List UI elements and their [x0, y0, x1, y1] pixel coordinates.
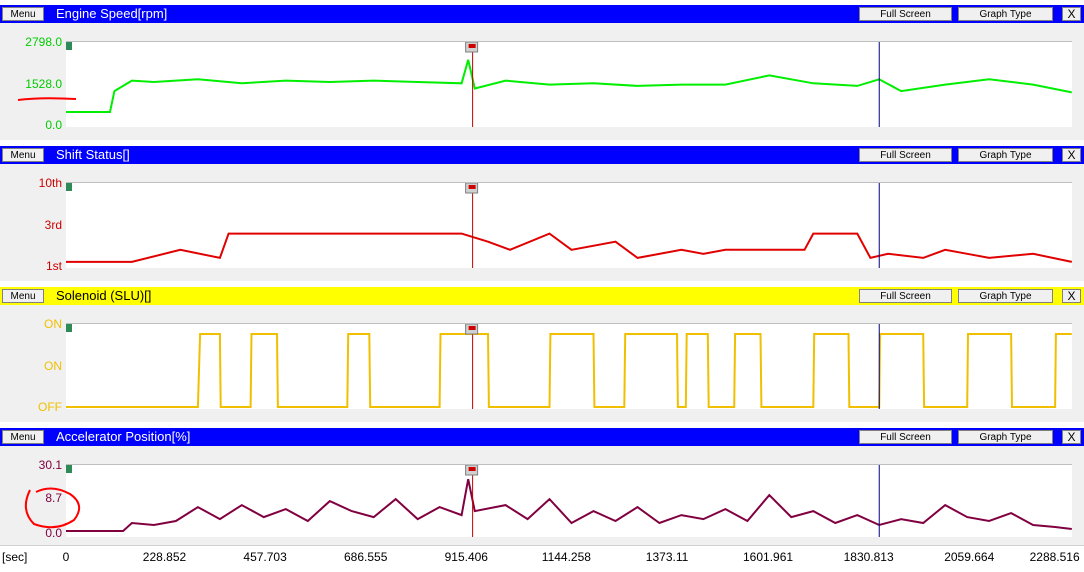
- x-tick-label: 2059.664: [944, 550, 995, 564]
- solenoid-header: Menu Solenoid (SLU)[] Full Screen Graph …: [0, 287, 1084, 305]
- engine-speed-chart: [66, 42, 1072, 127]
- x-tick-label: 0: [62, 550, 70, 564]
- y-tick-label: 0.0: [45, 118, 62, 132]
- close-button[interactable]: X: [1062, 289, 1081, 303]
- y-tick-label: 30.1: [38, 458, 62, 472]
- engine-speed-header: Menu Engine Speed[rpm] Full Screen Graph…: [0, 5, 1084, 23]
- menu-button[interactable]: Menu: [2, 289, 44, 303]
- shift-status-line: [66, 232, 1072, 263]
- cursor-flag-mark: [468, 185, 476, 189]
- x-tick-label: 2288.516: [1029, 550, 1080, 564]
- cursor-flag-mark: [468, 326, 476, 330]
- x-tick-label: 457.703: [243, 550, 287, 564]
- panel-title: Solenoid (SLU)[]: [56, 288, 152, 303]
- graph-type-button[interactable]: Graph Type: [958, 430, 1053, 444]
- graph-type-button[interactable]: Graph Type: [958, 148, 1053, 162]
- engine-speed-panel: Menu Engine Speed[rpm] Full Screen Graph…: [0, 5, 1084, 140]
- cursor-flag-mark: [468, 44, 476, 48]
- x-tick-label: 1830.813: [843, 550, 894, 564]
- full-screen-button[interactable]: Full Screen: [859, 430, 952, 444]
- panel-title: Shift Status[]: [56, 147, 130, 162]
- y-tick-label: ON: [44, 359, 62, 373]
- start-marker-icon: [66, 42, 72, 50]
- panel-title: Engine Speed[rpm]: [56, 6, 168, 21]
- time-axis: [sec] 0 228.852 457.703 686.555 915.406 1144.…: [0, 545, 1084, 572]
- graph-type-button[interactable]: Graph Type: [958, 289, 1053, 303]
- shift-status-header: Menu Shift Status[] Full Screen Graph Ty…: [0, 146, 1084, 164]
- close-button[interactable]: X: [1062, 430, 1081, 444]
- y-tick-label: 1st: [45, 259, 62, 273]
- full-screen-button[interactable]: Full Screen: [859, 148, 952, 162]
- engine-speed-plot[interactable]: [66, 41, 1072, 127]
- cursor-flag-mark: [468, 467, 476, 471]
- menu-button[interactable]: Menu: [2, 7, 44, 21]
- start-marker-icon: [66, 324, 72, 332]
- start-marker-icon: [66, 465, 72, 473]
- x-tick-label: 228.852: [142, 550, 187, 564]
- x-tick-label: 686.555: [344, 550, 388, 564]
- y-tick-label: 8.7: [45, 491, 62, 505]
- full-screen-button[interactable]: Full Screen: [859, 7, 952, 21]
- shift-status-chart: [66, 183, 1072, 268]
- menu-button[interactable]: Menu: [2, 148, 44, 162]
- solenoid-chart: [66, 324, 1072, 409]
- start-marker-icon: [66, 183, 72, 191]
- accelerator-chart: [66, 465, 1072, 537]
- y-tick-label: 3rd: [44, 218, 62, 232]
- close-button[interactable]: X: [1062, 148, 1081, 162]
- solenoid-plot[interactable]: [66, 323, 1072, 409]
- shift-status-panel: Menu Shift Status[] Full Screen Graph Ty…: [0, 146, 1084, 281]
- y-tick-label: 2798.0: [25, 35, 62, 49]
- accelerator-panel: Menu Accelerator Position[%] Full Screen…: [0, 428, 1084, 545]
- y-tick-label: 10th: [38, 176, 62, 190]
- engine-speed-line: [66, 59, 1072, 113]
- panel-title: Accelerator Position[%]: [56, 429, 191, 444]
- shift-status-plot[interactable]: [66, 182, 1072, 268]
- full-screen-button[interactable]: Full Screen: [859, 289, 952, 303]
- close-button[interactable]: X: [1062, 7, 1081, 21]
- x-tick-label: 1144.258: [541, 550, 591, 564]
- accelerator-plot[interactable]: [66, 464, 1072, 537]
- x-tick-label: 1373.11: [645, 550, 689, 564]
- x-tick-label: 1601.961: [743, 550, 794, 564]
- menu-button[interactable]: Menu: [2, 430, 44, 444]
- accelerator-header: Menu Accelerator Position[%] Full Screen…: [0, 428, 1084, 446]
- x-unit-label: [sec]: [2, 550, 28, 564]
- graph-type-button[interactable]: Graph Type: [958, 7, 1053, 21]
- y-tick-label: OFF: [38, 400, 62, 414]
- x-tick-label: 915.406: [444, 550, 488, 564]
- y-tick-label: ON: [44, 317, 62, 331]
- y-tick-label: 0.0: [45, 526, 62, 540]
- y-tick-label: 1528.0: [25, 77, 62, 91]
- solenoid-panel: Menu Solenoid (SLU)[] Full Screen Graph …: [0, 287, 1084, 422]
- solenoid-line: [66, 333, 1072, 408]
- accelerator-line: [66, 478, 1072, 532]
